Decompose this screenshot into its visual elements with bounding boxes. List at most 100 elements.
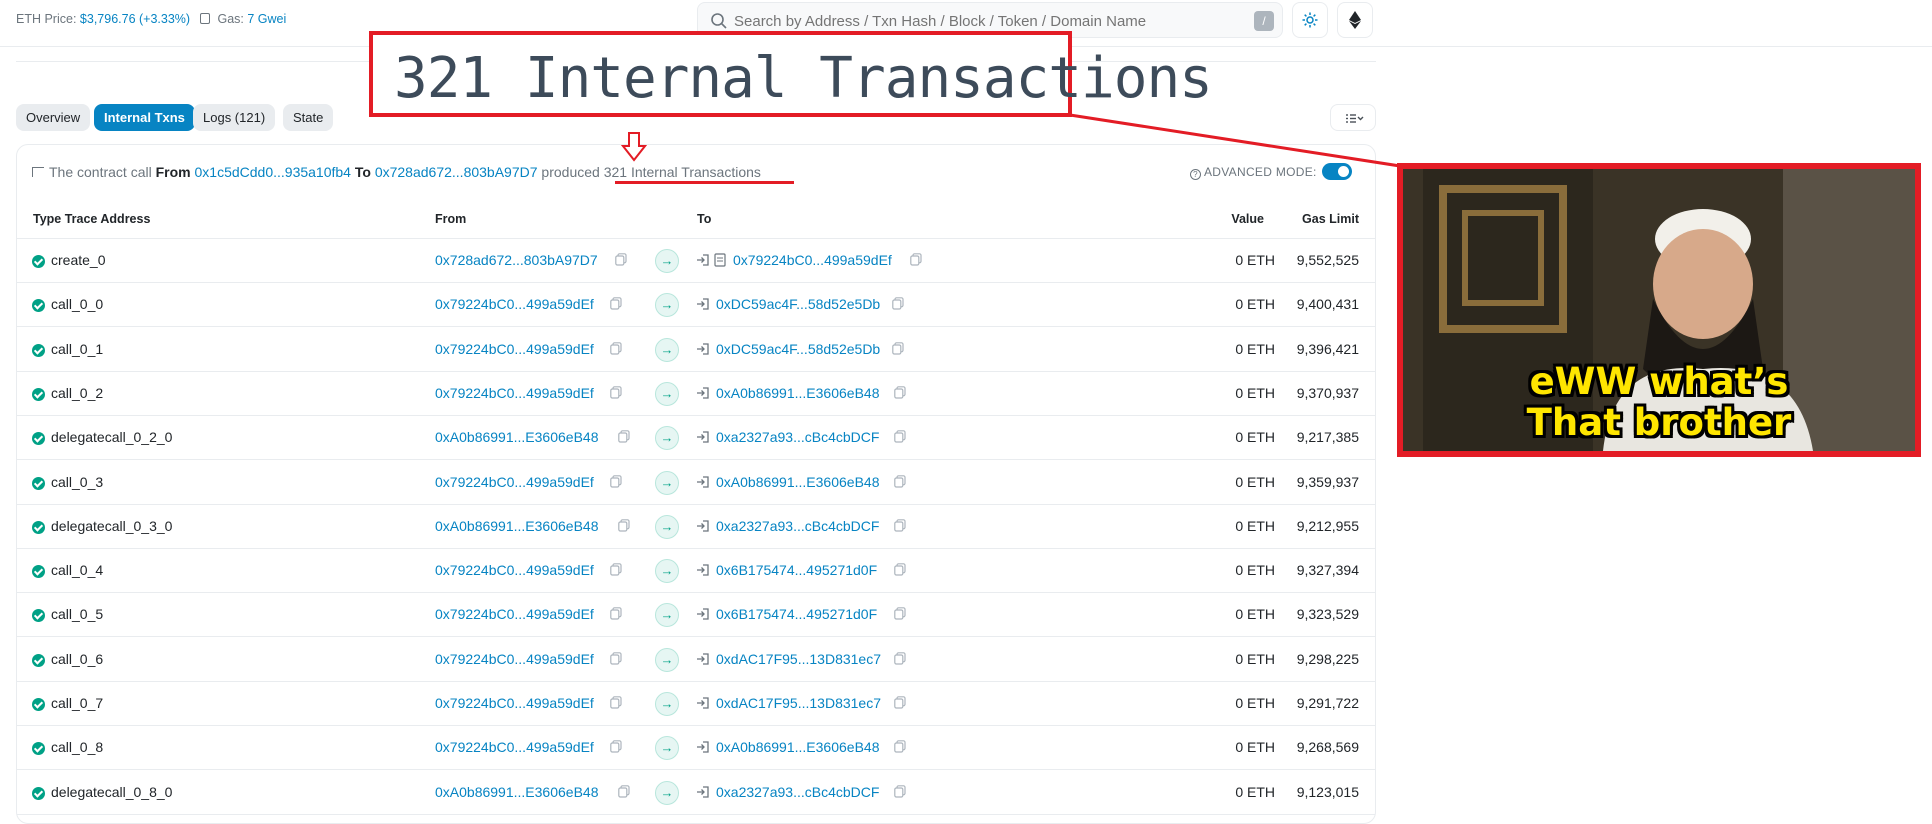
copy-icon[interactable] [894,563,906,576]
success-check-icon [32,698,45,711]
copy-icon[interactable] [894,651,906,665]
table-row: create_0 0x728ad672...803bA97D7 → 0x79224bC… [17,239,1375,283]
copy-icon[interactable] [615,253,627,266]
to-address[interactable]: 0xdAC17F95...13D831ec7 [716,651,881,667]
tab-state[interactable]: State [283,104,334,131]
copy-icon[interactable] [618,518,630,532]
to-address[interactable]: 0x79224bC0...499a59dEf [733,252,892,268]
from-address[interactable]: 0x79224bC0...499a59dEf [435,341,594,357]
to-address[interactable]: 0xDC59ac4F...58d52e5Db [716,341,880,357]
enter-icon [696,652,710,666]
tab-logs[interactable]: Logs (121) [193,104,276,131]
to-address[interactable]: 0x6B175474...495271d0F [716,606,877,622]
to-address[interactable]: 0xA0b86991...E3606eB48 [716,385,879,401]
copy-icon[interactable] [610,341,622,355]
eth-price-value[interactable]: $3,796.76 (+3.33%) [80,12,190,26]
success-check-icon [32,299,45,313]
to-address[interactable]: 0xA0b86991...E3606eB48 [716,474,879,490]
copy-icon[interactable] [894,386,906,399]
copy-icon[interactable] [892,341,904,355]
table-row: call_0_6 0x79224bC0...499a59dEf → 0xdAC17F9… [17,638,1375,682]
tree-icon [32,167,44,177]
table-row: call_0_5 0x79224bC0...499a59dEf → 0x6B17547… [17,593,1375,638]
copy-icon[interactable] [894,430,906,443]
enter-icon [696,785,710,799]
from-address[interactable]: 0xA0b86991...E3606eB48 [435,784,598,800]
from-address[interactable]: 0x79224bC0...499a59dEf [435,739,594,755]
to-address[interactable]: 0xdAC17F95...13D831ec7 [716,695,881,711]
from-address[interactable]: 0xA0b86991...E3606eB48 [435,518,598,534]
to-address[interactable]: 0xa2327a93...cBc4cbDCF [716,429,879,445]
arrow-right-icon: → [655,736,679,761]
to-address[interactable]: 0xA0b86991...E3606eB48 [716,739,879,755]
gas-limit-cell: 9,370,937 [1296,384,1359,401]
to-address[interactable]: 0xDC59ac4F...58d52e5Db [716,296,880,312]
from-address[interactable]: 0x79224bC0...499a59dEf [435,695,594,711]
trace-type: call_0_0 [51,296,104,313]
search-input[interactable] [734,10,1234,32]
copy-icon[interactable] [610,740,622,753]
to-address[interactable]: 0xa2327a93...cBc4cbDCF [716,784,879,800]
copy-icon[interactable] [894,784,906,798]
value-cell: 0 ETH [1235,783,1275,800]
sun-icon [1302,12,1318,28]
table-row: call_0_7 0x79224bC0...499a59dEf → 0xdAC17F9… [17,682,1375,726]
trace-summary: The contract call From 0x1c5dCdd0...935a… [32,164,761,180]
advanced-mode-toggle[interactable] [1322,163,1352,180]
gas-label: Gas: [217,12,244,26]
success-check-icon [32,255,45,268]
eth-price-label: ETH Price: [16,12,77,26]
arrow-right-icon: → [655,692,679,716]
column-header-to: To [697,212,712,226]
from-address[interactable]: 0x728ad672...803bA97D7 [435,252,598,268]
trace-type: create_0 [51,252,106,268]
from-address[interactable]: 0x79224bC0...499a59dEf [435,606,594,622]
column-header-type: Type Trace Address [33,212,151,226]
trace-type: call_0_6 [51,650,104,667]
copy-icon[interactable] [610,297,622,310]
success-check-icon [32,432,45,446]
table-row: call_0_8 0x79224bC0...499a59dEf → 0xA0b8699… [17,726,1375,771]
copy-icon[interactable] [610,563,622,576]
enter-icon [696,696,710,710]
help-circle-icon: ? [1190,169,1201,180]
copy-icon[interactable] [618,784,630,798]
copy-icon[interactable] [894,740,906,753]
view-options-button[interactable] [1330,104,1376,131]
table-row: call_0_0 0x79224bC0...499a59dEf → 0xDC59ac4… [17,283,1375,328]
summary-to-address[interactable]: 0x728ad672...803bA97D7 [375,164,538,180]
tab-internal-txns[interactable]: Internal Txns [94,104,195,131]
to-address[interactable]: 0x6B175474...495271d0F [716,562,877,578]
from-address[interactable]: 0x79224bC0...499a59dEf [435,385,594,401]
theme-toggle-button[interactable] [1292,2,1328,38]
search-shortcut-badge: / [1254,11,1274,31]
gas-limit-cell: 9,212,955 [1296,517,1359,534]
arrow-right-icon: → [655,470,679,495]
copy-icon[interactable] [910,253,922,266]
network-switch-button[interactable] [1337,2,1373,38]
to-address[interactable]: 0xa2327a93...cBc4cbDCF [716,518,879,534]
gas-limit-cell: 9,359,937 [1296,473,1359,490]
copy-icon[interactable] [894,474,906,488]
summary-from-address[interactable]: 0x1c5dCdd0...935a10fb4 [195,164,351,180]
copy-icon[interactable] [618,430,630,443]
from-address[interactable]: 0x79224bC0...499a59dEf [435,651,594,667]
copy-icon[interactable] [892,297,904,310]
from-address[interactable]: 0x79224bC0...499a59dEf [435,474,594,490]
success-check-icon [32,476,45,490]
copy-icon[interactable] [610,651,622,665]
copy-icon[interactable] [610,607,622,620]
copy-icon[interactable] [894,607,906,620]
copy-icon[interactable] [610,386,622,399]
from-address[interactable]: 0x79224bC0...499a59dEf [435,296,594,312]
copy-icon[interactable] [610,474,622,488]
gas-value[interactable]: 7 Gwei [247,12,286,26]
tab-overview[interactable]: Overview [16,104,91,131]
from-address[interactable]: 0x79224bC0...499a59dEf [435,562,594,578]
copy-icon[interactable] [894,518,906,532]
from-address[interactable]: 0xA0b86991...E3606eB48 [435,429,598,445]
value-cell: 0 ETH [1235,695,1275,711]
enter-icon [696,297,710,311]
copy-icon[interactable] [894,696,906,709]
copy-icon[interactable] [610,696,622,709]
